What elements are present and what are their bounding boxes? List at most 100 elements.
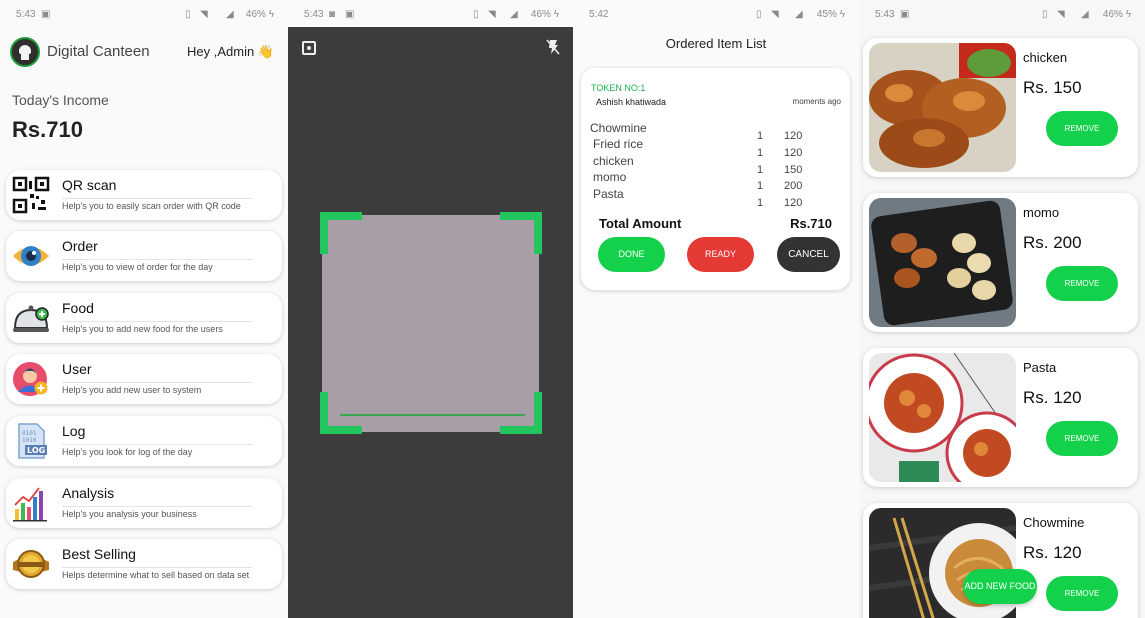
svg-text:1010: 1010: [22, 437, 37, 444]
order-item-name: chicken: [593, 154, 634, 168]
bar-chart-icon: [11, 483, 51, 523]
status-time: 5:43: [304, 9, 324, 20]
status-bar: 5:43 ▣ ▯ ◥ ◢ 46% ϟ: [859, 0, 1145, 27]
gallery-notification-icon: ▣: [41, 9, 51, 20]
svg-text:0101: 0101: [22, 430, 37, 437]
order-item-price: 120: [784, 197, 803, 209]
food-name: chicken: [1023, 50, 1068, 65]
food-name: Pasta: [1023, 360, 1057, 375]
menu-qr-scan[interactable]: QR scan Help's you to easily scan order …: [6, 170, 282, 220]
best-seller-badge-icon: [11, 544, 51, 584]
menu-title: Best Selling: [62, 546, 136, 562]
food-card-pasta: Pasta Rs. 120 REMOVE: [863, 348, 1138, 487]
vibrate-icon: ▯: [756, 9, 762, 20]
scan-line: [340, 414, 525, 416]
income-value: Rs.710: [12, 117, 83, 142]
menu-title: Analysis: [62, 485, 115, 501]
menu-log[interactable]: 0101 1010 LOG Log Help's you look for lo…: [6, 416, 282, 466]
menu-title: Food: [62, 300, 94, 316]
signal-icon: ◢: [1081, 9, 1089, 20]
food-card-chicken: chicken Rs. 150 REMOVE: [863, 38, 1138, 177]
battery-level: 46% ϟ: [1102, 9, 1131, 20]
menu-food[interactable]: Food Help's you to add new food for the …: [6, 293, 282, 343]
app-title: Digital Canteen: [47, 43, 150, 60]
menu-desc: Help's you to view of order for the day: [62, 262, 213, 272]
menu-user[interactable]: User Help's you add new user to system: [6, 354, 282, 404]
scan-focus-icon[interactable]: [302, 41, 316, 55]
scan-corner-bottom-right: [500, 392, 542, 434]
divider: [62, 444, 252, 445]
order-item-name: Fried rice: [593, 137, 644, 151]
order-time: moments ago: [792, 97, 841, 106]
battery-level: 46% ϟ: [245, 9, 274, 20]
total-label: Total Amount: [599, 216, 682, 231]
home-screen: 5:43 ▣ ▯ ◥ ◢ 46% ϟ Digital Canteen Hey ,…: [0, 0, 288, 618]
status-time: 5:42: [589, 9, 609, 20]
order-item-price: 150: [784, 164, 803, 176]
order-list-screen: 5:42 ▯ ◥ ◢ 45% ϟ Ordered Item List TOKEN…: [573, 0, 859, 618]
food-cloche-icon: [11, 298, 51, 338]
menu-analysis[interactable]: Analysis Help's you analysis your busine…: [6, 478, 282, 528]
add-new-food-button[interactable]: ADD NEW FOOD: [963, 569, 1037, 604]
wifi-icon: ◥: [488, 9, 496, 20]
wifi-icon: ◥: [771, 9, 779, 20]
app-logo: [10, 37, 40, 67]
wifi-icon: ◥: [200, 9, 208, 20]
vibrate-icon: ▯: [185, 9, 191, 20]
status-time: 5:43: [16, 9, 36, 20]
status-bar: 5:43 ◙ ▣ ▯ ◥ ◢ 46% ϟ: [288, 0, 573, 27]
order-item-name: Pasta: [593, 187, 624, 201]
menu-desc: Helps determine what to sell based on da…: [62, 570, 250, 580]
divider: [62, 567, 252, 568]
order-item-qty: 1: [757, 130, 764, 142]
food-price: Rs. 120: [1023, 388, 1082, 407]
remove-button[interactable]: REMOVE: [1046, 111, 1118, 146]
menu-desc: Help's you to easily scan order with QR …: [62, 201, 241, 211]
order-item-price: 120: [784, 130, 803, 142]
order-item-price: 120: [784, 147, 803, 159]
menu-title: QR scan: [62, 177, 117, 193]
vibrate-icon: ▯: [473, 9, 479, 20]
order-item-name: momo: [593, 170, 627, 184]
order-item-qty: 1: [757, 180, 764, 192]
gallery-notification-icon: ▣: [345, 9, 355, 20]
camera-notification-icon: ◙: [329, 9, 336, 20]
order-card: TOKEN NO:1 Ashish khatiwada moments ago …: [581, 68, 850, 290]
done-button[interactable]: DONE: [598, 237, 665, 272]
order-item-qty: 1: [757, 147, 764, 159]
menu-desc: Help's you analysis your business: [62, 509, 197, 519]
income-label: Today's Income: [12, 92, 109, 108]
qr-code-icon: [11, 175, 51, 215]
page-title: Ordered Item List: [665, 36, 767, 51]
order-item-name: Chowmine: [590, 121, 647, 135]
cancel-button[interactable]: CANCEL: [777, 237, 840, 272]
customer-name: Ashish khatiwada: [596, 97, 667, 107]
food-image-momo: [869, 198, 1016, 327]
menu-title: Log: [62, 423, 86, 439]
scan-corner-bottom-left: [320, 392, 362, 434]
menu-order[interactable]: Order Help's you to view of order for th…: [6, 231, 282, 281]
remove-button[interactable]: REMOVE: [1046, 576, 1118, 611]
token-number: TOKEN NO:1: [591, 83, 646, 93]
food-price: Rs. 200: [1023, 233, 1082, 252]
food-name: momo: [1023, 205, 1060, 220]
menu-desc: Help's you look for log of the day: [62, 447, 193, 457]
divider: [62, 506, 252, 507]
ready-button[interactable]: READY: [687, 237, 754, 272]
menu-best-selling[interactable]: Best Selling Helps determine what to sel…: [6, 539, 282, 589]
gallery-notification-icon: ▣: [900, 9, 910, 20]
food-price: Rs. 150: [1023, 78, 1082, 97]
signal-icon: ◢: [795, 9, 803, 20]
signal-icon: ◢: [226, 9, 234, 20]
status-bar: 5:43 ▣ ▯ ◥ ◢ 46% ϟ: [0, 0, 288, 27]
total-value: Rs.710: [790, 216, 832, 231]
divider: [62, 321, 252, 322]
remove-button[interactable]: REMOVE: [1046, 266, 1118, 301]
order-item-qty: 1: [757, 164, 764, 176]
food-name: Chowmine: [1023, 515, 1085, 530]
food-image-pasta: [869, 353, 1016, 482]
flash-off-icon[interactable]: [546, 39, 560, 58]
remove-button[interactable]: REMOVE: [1046, 421, 1118, 456]
menu-desc: Help's you to add new food for the users: [62, 324, 223, 334]
greeting: Hey ,Admin 👋: [187, 44, 274, 59]
